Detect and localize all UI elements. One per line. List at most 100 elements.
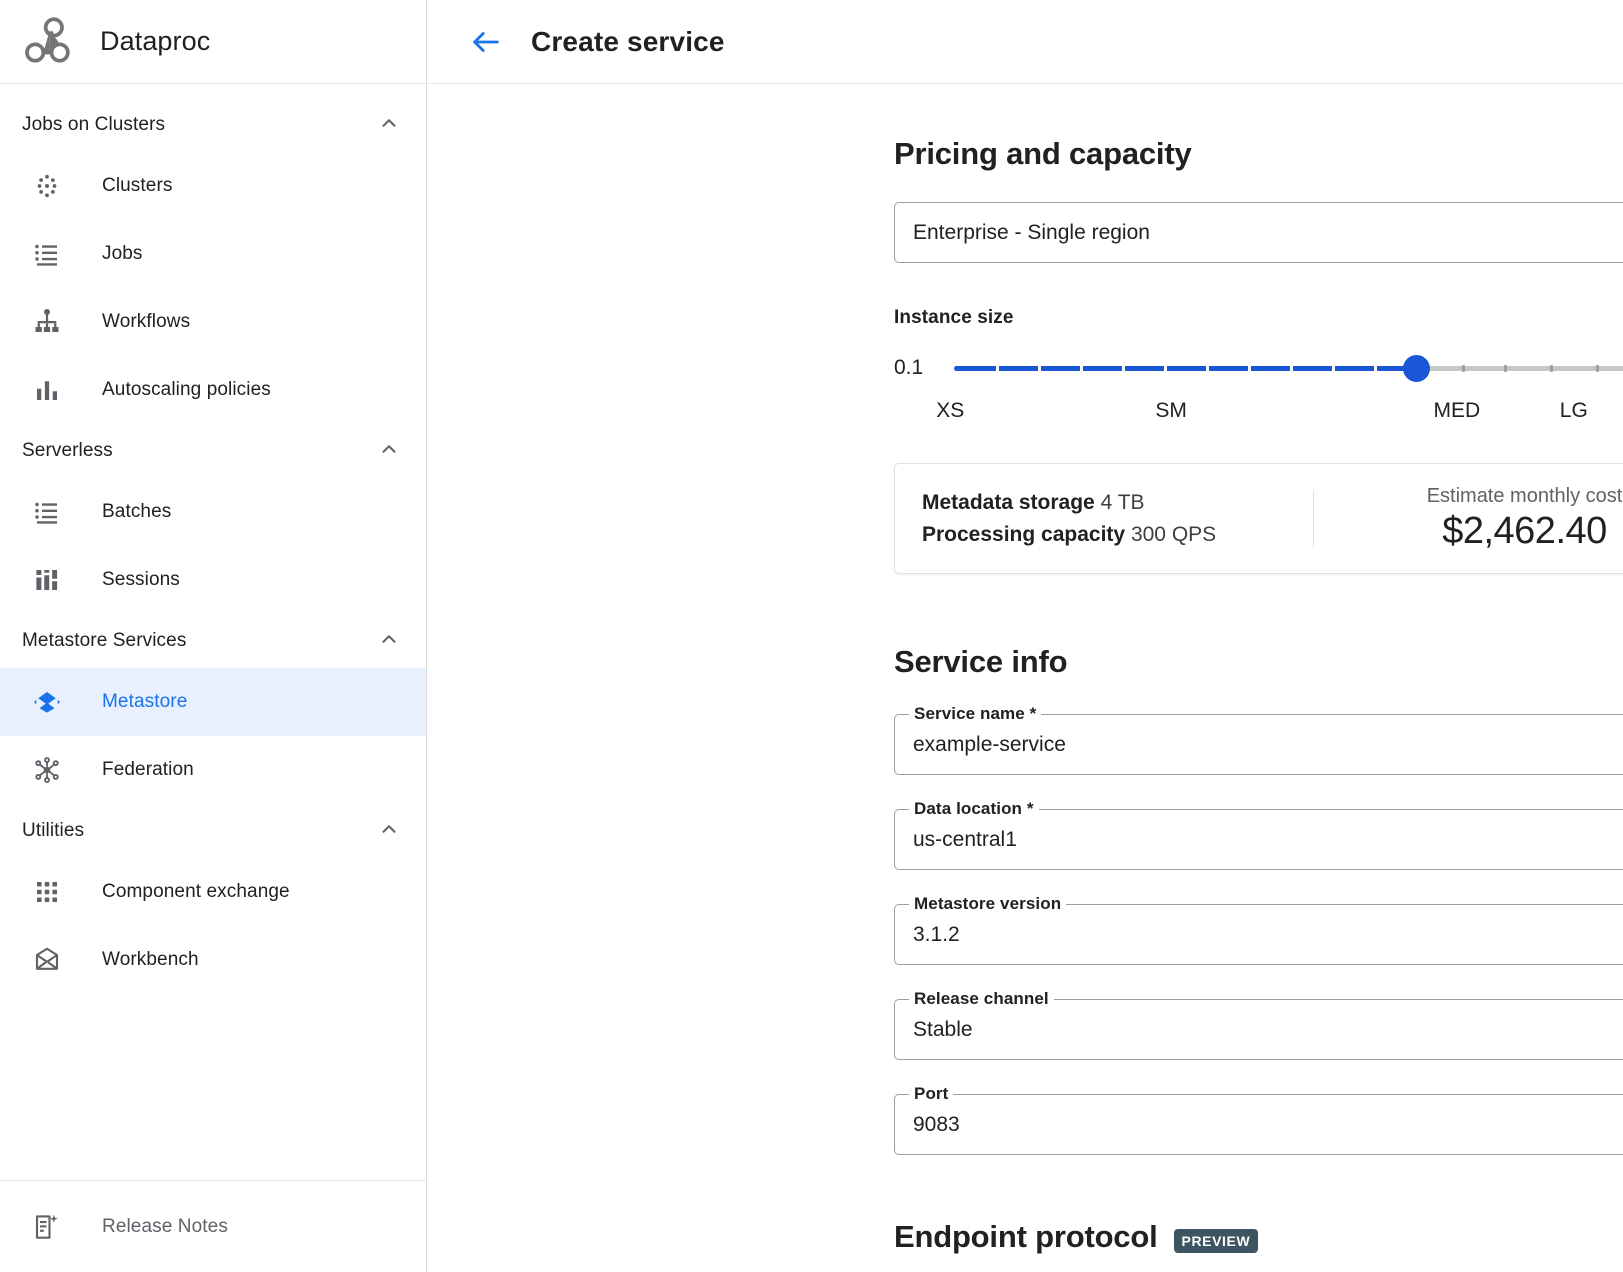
metastore-layers-icon xyxy=(30,685,64,719)
metastore-version-select[interactable]: Metastore version 3.1.2 ? xyxy=(894,904,1623,965)
port-field[interactable]: Port ? xyxy=(894,1094,1623,1155)
sidebar-item-workflows[interactable]: Workflows xyxy=(0,288,426,356)
pricing-tier-select[interactable]: Enterprise - Single region ? xyxy=(894,202,1623,263)
list-icon xyxy=(30,495,64,529)
bar-chart-icon xyxy=(30,373,64,407)
instance-size-label: Instance size xyxy=(894,307,1623,329)
app-root: Dataproc Jobs on Clusters Clusters xyxy=(0,0,1623,1272)
pricing-tier-value: Enterprise - Single region xyxy=(913,221,1150,245)
release-channel-label: Release channel xyxy=(909,989,1054,1009)
release-notes-icon xyxy=(30,1210,64,1244)
chevron-up-icon[interactable] xyxy=(378,438,400,465)
nav-group-label: Utilities xyxy=(22,820,84,842)
capacity-summary: Metadata storage 4 TB Processing capacit… xyxy=(895,487,1313,550)
product-title: Dataproc xyxy=(100,26,210,57)
sidebar-item-label: Workbench xyxy=(102,949,199,971)
main-header: Create service xyxy=(427,0,1623,84)
processing-capacity-row: Processing capacity 300 QPS xyxy=(922,519,1313,551)
page-title: Create service xyxy=(531,26,725,58)
sidebar-item-label: Jobs xyxy=(102,243,143,265)
sidebar-item-metastore[interactable]: Metastore xyxy=(0,668,426,736)
slider-tick xyxy=(1550,365,1553,372)
back-arrow-icon[interactable] xyxy=(469,25,503,59)
sidebar-item-label: Clusters xyxy=(102,175,172,197)
chevron-up-icon[interactable] xyxy=(378,818,400,845)
instance-size-slider-row: 0.1 xyxy=(894,355,1623,381)
nav-group-label: Serverless xyxy=(22,440,113,462)
slider-tick-labels: XS SM MED LG XL xyxy=(894,399,1623,433)
slider-tick xyxy=(1122,365,1125,372)
sidebar-item-label: Workflows xyxy=(102,311,190,333)
data-location-select[interactable]: Data location * us-central1 ? xyxy=(894,809,1623,870)
chevron-up-icon[interactable] xyxy=(378,112,400,139)
service-name-input[interactable] xyxy=(913,733,1613,757)
slider-tick xyxy=(1462,365,1465,372)
sidebar-item-federation[interactable]: Federation xyxy=(0,736,426,804)
data-location-label: Data location * xyxy=(909,799,1039,819)
sidebar-nav: Jobs on Clusters Clusters xyxy=(0,84,426,1180)
workbench-icon xyxy=(30,943,64,977)
slider-tick xyxy=(1248,365,1251,372)
sidebar-item-jobs[interactable]: Jobs xyxy=(0,220,426,288)
slider-tick xyxy=(1038,365,1041,372)
estimate-cost-caption: Estimate monthly cost xyxy=(1314,485,1623,508)
endpoint-protocol-section: Endpoint protocol PREVIEW xyxy=(894,1219,1623,1255)
slider-track-fill xyxy=(954,366,1416,371)
estimate-card: Metadata storage 4 TB Processing capacit… xyxy=(894,463,1623,574)
nav-group-serverless[interactable]: Serverless xyxy=(0,424,426,478)
sidebar-item-clusters[interactable]: Clusters xyxy=(0,152,426,220)
sessions-blocks-icon xyxy=(30,563,64,597)
sidebar-item-label: Component exchange xyxy=(102,881,290,903)
sidebar-item-autoscaling-policies[interactable]: Autoscaling policies xyxy=(0,356,426,424)
sidebar-header: Dataproc xyxy=(0,0,426,84)
nav-group-metastore-services[interactable]: Metastore Services xyxy=(0,614,426,668)
slider-tick-label-sm: SM xyxy=(1155,399,1187,423)
sidebar-item-component-exchange[interactable]: Component exchange xyxy=(0,858,426,926)
slider-tick-label-med: MED xyxy=(1434,399,1481,423)
federation-nodes-icon xyxy=(30,753,64,787)
slider-tick-label-lg: LG xyxy=(1560,399,1588,423)
form-content: Pricing and capacity Enterprise - Single… xyxy=(427,84,1623,1255)
metadata-storage-row: Metadata storage 4 TB xyxy=(922,487,1313,519)
slider-min-label: 0.1 xyxy=(894,356,936,380)
sidebar-item-workbench[interactable]: Workbench xyxy=(0,926,426,994)
nav-group-jobs-on-clusters[interactable]: Jobs on Clusters xyxy=(0,98,426,152)
data-location-value: us-central1 xyxy=(913,828,1613,852)
slider-tick xyxy=(1504,365,1507,372)
slider-tick-label-xs: XS xyxy=(936,399,964,423)
slider-tick xyxy=(1332,365,1335,372)
nav-group-utilities[interactable]: Utilities xyxy=(0,804,426,858)
pricing-section-title: Pricing and capacity xyxy=(894,136,1623,172)
slider-tick xyxy=(1290,365,1293,372)
release-channel-select[interactable]: Release channel Stable ? xyxy=(894,999,1623,1060)
slider-tick xyxy=(996,365,999,372)
sidebar-item-sessions[interactable]: Sessions xyxy=(0,546,426,614)
estimate-cost-amount: $2,462.40 xyxy=(1314,510,1623,553)
slider-thumb[interactable] xyxy=(1403,355,1430,382)
sidebar-item-label: Release Notes xyxy=(102,1216,228,1238)
estimate-cost: Estimate monthly cost $2,462.40 xyxy=(1314,485,1623,553)
list-icon xyxy=(30,237,64,271)
service-name-label: Service name * xyxy=(909,704,1041,724)
endpoint-protocol-title: Endpoint protocol xyxy=(894,1219,1158,1255)
sidebar-item-batches[interactable]: Batches xyxy=(0,478,426,546)
slider-tick xyxy=(1374,365,1377,372)
slider-tick xyxy=(1596,365,1599,372)
sidebar-item-release-notes[interactable]: Release Notes xyxy=(0,1180,426,1272)
port-input[interactable] xyxy=(913,1113,1613,1137)
dataproc-logo-icon xyxy=(20,14,76,70)
main-panel: Create service Pricing and capacity Ente… xyxy=(427,0,1623,1272)
release-channel-value: Stable xyxy=(913,1018,1613,1042)
slider-tick xyxy=(1080,365,1083,372)
chevron-up-icon[interactable] xyxy=(378,628,400,655)
port-label: Port xyxy=(909,1084,953,1104)
hierarchy-icon xyxy=(30,305,64,339)
sidebar-item-label: Batches xyxy=(102,501,171,523)
processing-capacity-label: Processing capacity xyxy=(922,523,1125,546)
slider-tick xyxy=(1164,365,1167,372)
slider-tick xyxy=(1206,365,1209,372)
instance-size-slider[interactable] xyxy=(954,355,1623,381)
metadata-storage-label: Metadata storage xyxy=(922,491,1095,514)
service-name-field[interactable]: Service name * ? xyxy=(894,714,1623,775)
metastore-version-value: 3.1.2 xyxy=(913,923,1613,947)
